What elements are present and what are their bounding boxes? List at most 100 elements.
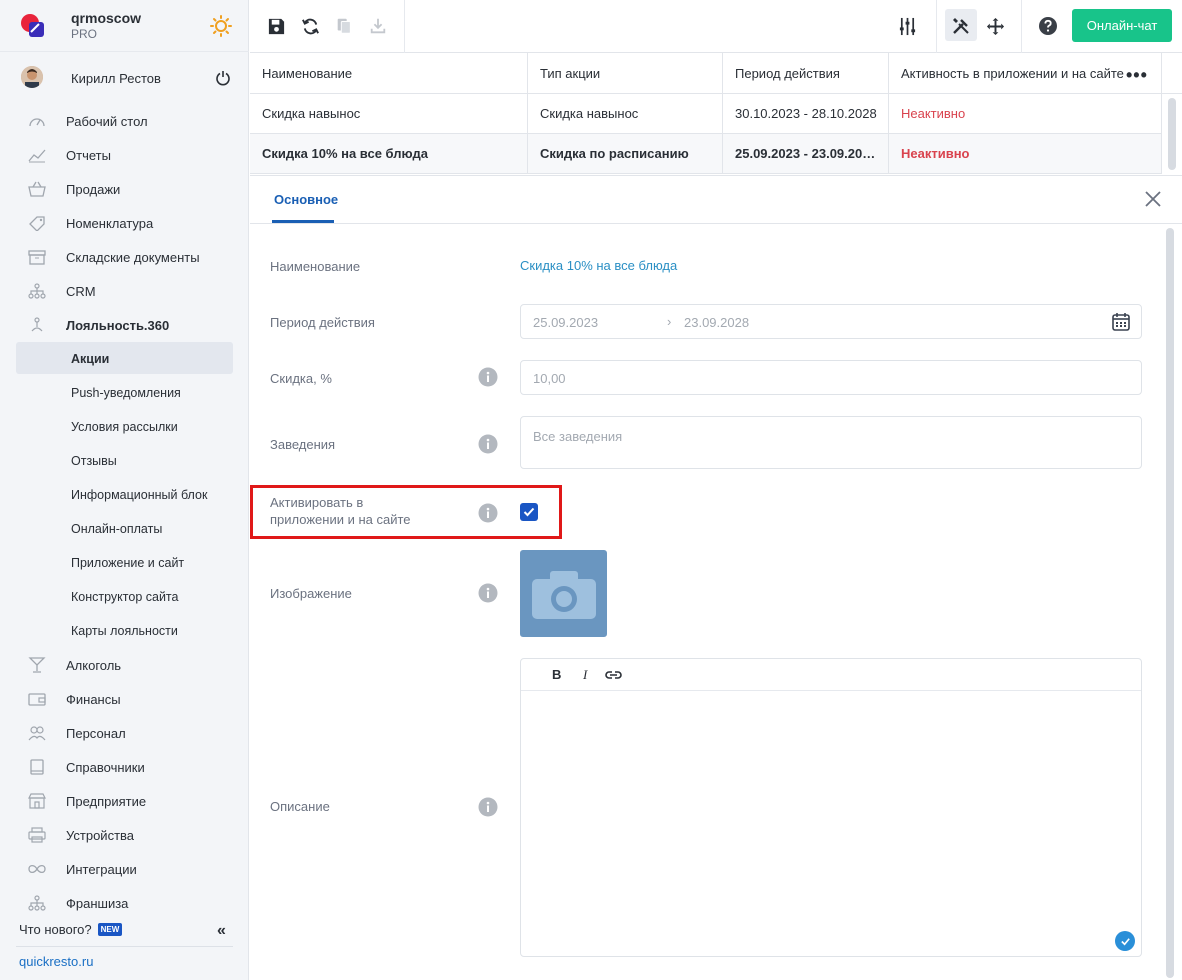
user-name[interactable]: Кирилл Рестов (71, 71, 161, 86)
column-header-type[interactable]: Тип акции (528, 53, 723, 93)
table-cell: Скидка навынос (528, 94, 723, 133)
avatar[interactable] (21, 66, 43, 88)
sidebar-item-alcohol[interactable]: Алкоголь (0, 648, 249, 682)
sidebar-subitem-reviews[interactable]: Отзывы (0, 444, 249, 478)
filter-sliders-icon[interactable] (895, 14, 919, 38)
info-icon[interactable] (478, 367, 498, 387)
table-scrollbar[interactable] (1162, 94, 1182, 174)
discount-input[interactable]: 10,00 (520, 360, 1142, 395)
info-icon[interactable] (478, 583, 498, 603)
sidebar-subitem-label: Условия рассылки (71, 420, 178, 434)
image-upload[interactable] (520, 550, 607, 637)
scrollbar-thumb[interactable] (1166, 228, 1174, 978)
sidebar-subitem-mailing-conditions[interactable]: Условия рассылки (0, 410, 249, 444)
period-from[interactable]: 25.09.2023 (533, 315, 598, 330)
bold-button[interactable]: B (552, 667, 561, 682)
divider (16, 946, 233, 947)
power-icon[interactable] (215, 70, 231, 86)
sidebar-item-finance[interactable]: Финансы (0, 682, 249, 716)
sidebar-subitem-info-block[interactable]: Информационный блок (0, 478, 249, 512)
toolbar-divider (404, 0, 405, 53)
book-icon (30, 759, 44, 775)
sun-icon[interactable] (210, 15, 232, 37)
name-label: Наименование (270, 259, 361, 274)
scrollbar-thumb[interactable] (1168, 98, 1176, 170)
save-icon[interactable] (264, 14, 288, 38)
sidebar-item-reports[interactable]: Отчеты (0, 138, 249, 172)
sidebar-nav: Рабочий стол Отчеты Продажи Номенклатура… (0, 104, 249, 920)
download-icon[interactable] (366, 14, 390, 38)
sidebar-item-loyalty[interactable]: Лояльность.360 (0, 308, 249, 342)
column-header-period[interactable]: Период действия (723, 53, 889, 93)
more-options-icon[interactable]: ••• (1126, 65, 1148, 86)
info-icon[interactable] (478, 797, 498, 817)
sidebar-subitem-push[interactable]: Push-уведомления (0, 376, 249, 410)
sidebar-item-label: Складские документы (66, 250, 200, 265)
column-header-activity[interactable]: Активность в приложении и на сайте (889, 53, 1162, 93)
table-cell: 30.10.2023 - 28.10.2028 (723, 94, 889, 133)
discount-label: Скидка, % (270, 371, 332, 386)
store-icon (28, 793, 46, 809)
help-icon[interactable] (1036, 14, 1060, 38)
people-icon (28, 726, 46, 741)
sidebar-subitem-site-builder[interactable]: Конструктор сайта (0, 580, 249, 614)
sidebar-item-label: Справочники (66, 760, 145, 775)
sidebar-item-staff[interactable]: Персонал (0, 716, 249, 750)
info-icon[interactable] (478, 503, 498, 523)
sidebar-item-devices[interactable]: Устройства (0, 818, 249, 852)
collapse-sidebar-icon[interactable]: « (217, 922, 226, 940)
info-icon[interactable] (478, 434, 498, 454)
whats-new-link[interactable]: Что нового? NEW (19, 922, 123, 937)
discount-value: 10,00 (533, 371, 566, 386)
infinity-icon (28, 864, 46, 874)
sidebar-item-integrations[interactable]: Интеграции (0, 852, 249, 886)
description-editor[interactable]: B I (520, 658, 1142, 957)
column-header-name[interactable]: Наименование (250, 53, 528, 93)
table-cell: Скидка навынос (250, 94, 528, 133)
sidebar-item-dashboard[interactable]: Рабочий стол (0, 104, 249, 138)
period-to[interactable]: 23.09.2028 (684, 315, 749, 330)
sidebar-item-label: Финансы (66, 692, 121, 707)
move-icon[interactable] (983, 14, 1007, 38)
venues-label: Заведения (270, 437, 336, 452)
sidebar-item-enterprise[interactable]: Предприятие (0, 784, 249, 818)
sidebar-subitem-loyalty-cards[interactable]: Карты лояльности (0, 614, 249, 648)
app-logo-icon[interactable] (19, 12, 47, 40)
sidebar-item-crm[interactable]: CRM (0, 274, 249, 308)
tools-icon[interactable] (949, 14, 973, 38)
check-circle-icon[interactable] (1115, 931, 1135, 951)
sidebar-item-label: CRM (66, 284, 96, 299)
copy-icon[interactable] (332, 14, 356, 38)
table-row-selected[interactable]: Скидка 10% на все блюда Скидка по распис… (250, 134, 1182, 174)
venues-select[interactable]: Все заведения (520, 416, 1142, 469)
panel-scrollbar[interactable] (1164, 228, 1176, 978)
image-label: Изображение (270, 586, 352, 601)
brand-name: qrmoscow (71, 10, 142, 26)
calendar-icon[interactable] (1111, 312, 1131, 332)
sidebar-subitem-app-site[interactable]: Приложение и сайт (0, 546, 249, 580)
sidebar-item-references[interactable]: Справочники (0, 750, 249, 784)
tab-main[interactable]: Основное (274, 192, 338, 207)
name-value[interactable]: Скидка 10% на все блюда (520, 258, 677, 273)
table-row[interactable]: Скидка навынос Скидка навынос 30.10.2023… (250, 94, 1182, 134)
sidebar-item-nomenclature[interactable]: Номенклатура (0, 206, 249, 240)
site-link[interactable]: quickresto.ru (19, 954, 93, 969)
close-icon[interactable] (1142, 188, 1164, 210)
brand-plan: PRO (71, 27, 98, 41)
new-badge: NEW (97, 923, 123, 936)
italic-button[interactable]: I (583, 667, 587, 683)
description-label: Описание (270, 799, 330, 814)
sidebar-item-sales[interactable]: Продажи (0, 172, 249, 206)
link-icon[interactable] (605, 668, 622, 682)
editor-toolbar: B I (521, 659, 1141, 691)
sidebar-item-warehouse-docs[interactable]: Складские документы (0, 240, 249, 274)
sidebar-item-label: Отчеты (66, 148, 111, 163)
refresh-icon[interactable] (298, 14, 322, 38)
period-range-input[interactable]: 25.09.2023 › 23.09.2028 (520, 304, 1142, 339)
sidebar-subitem-promotions[interactable]: Акции (0, 342, 249, 376)
online-chat-button[interactable]: Онлайн-чат (1072, 9, 1172, 42)
user-block: Кирилл Рестов (0, 60, 249, 96)
activate-checkbox[interactable] (520, 503, 538, 521)
sidebar-subitem-online-payments[interactable]: Онлайн-оплаты (0, 512, 249, 546)
sidebar-item-franchise[interactable]: Франшиза (0, 886, 249, 920)
